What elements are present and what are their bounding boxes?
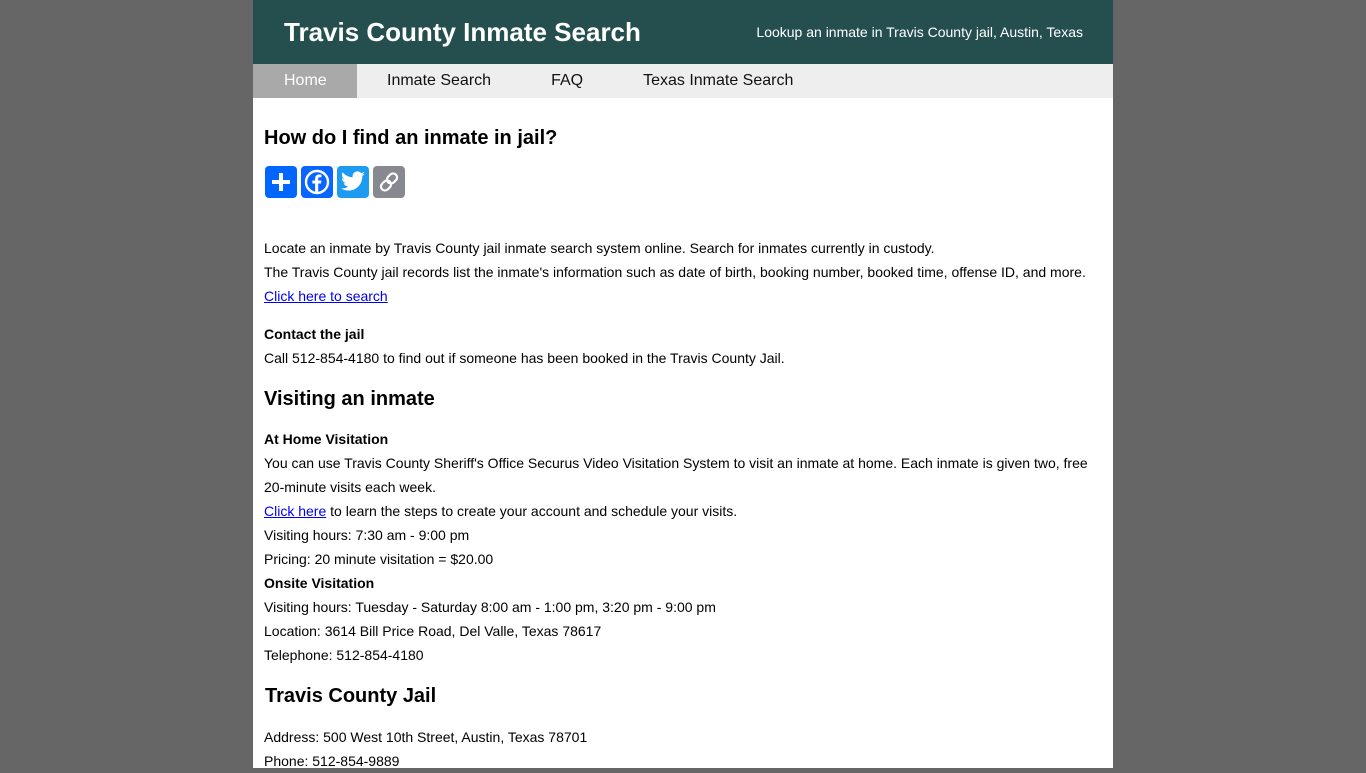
nav-item-inmate-search[interactable]: Inmate Search [357, 64, 521, 98]
click-here-suffix: to learn the steps to create your accoun… [326, 503, 738, 519]
home-pricing: Pricing: 20 minute visitation = $20.00 [264, 551, 494, 567]
intro-text-1: Locate an inmate by Travis County jail i… [264, 240, 935, 256]
site-tagline: Lookup an inmate in Travis County jail, … [756, 24, 1083, 40]
home-visitation-heading: At Home Visitation [264, 431, 389, 447]
home-visiting-hours: Visiting hours: 7:30 am - 9:00 pm [264, 527, 470, 543]
link-icon [379, 172, 399, 192]
jail-heading: Travis County Jail [265, 685, 437, 707]
contact-section: Contact the jail Call 512-854-4180 to fi… [264, 322, 1102, 370]
jail-info: Address: 500 West 10th Street, Austin, T… [264, 725, 1102, 773]
onsite-location: Location: 3614 Bill Price Road, Del Vall… [264, 623, 602, 639]
onsite-hours: Visiting hours: Tuesday - Saturday 8:00 … [264, 599, 716, 615]
nav-item-faq[interactable]: FAQ [521, 64, 613, 98]
contact-heading: Contact the jail [264, 326, 365, 342]
home-visitation-link-line: Click here to learn the steps to create … [264, 499, 1102, 523]
share-copy-link-button[interactable] [373, 166, 405, 198]
onsite-phone: Telephone: 512-854-4180 [264, 647, 424, 663]
share-buttons [265, 166, 405, 198]
intro-text-2: The Travis County jail records list the … [264, 264, 1086, 280]
facebook-icon [304, 169, 330, 195]
site-title[interactable]: Travis County Inmate Search [284, 16, 641, 48]
share-twitter-button[interactable] [337, 166, 369, 198]
home-visitation-section: At Home Visitation You can use Travis Co… [264, 427, 1102, 667]
plus-icon [272, 173, 290, 191]
search-link[interactable]: Click here to search [264, 288, 388, 304]
site-header: Travis County Inmate Search Lookup an in… [253, 0, 1113, 64]
twitter-icon [340, 171, 365, 191]
main-nav: Home Inmate Search FAQ Texas Inmate Sear… [253, 64, 1113, 98]
page-container: Travis County Inmate Search Lookup an in… [253, 0, 1113, 769]
contact-text: Call 512-854-4180 to find out if someone… [264, 350, 785, 366]
jail-phone: Phone: 512-854-9889 [264, 753, 400, 769]
click-here-link[interactable]: Click here [264, 503, 326, 519]
home-visitation-text: You can use Travis County Sheriff's Offi… [264, 455, 1088, 495]
share-facebook-button[interactable] [301, 166, 333, 198]
nav-item-home[interactable]: Home [253, 64, 357, 98]
visiting-section: Visiting an inmate [264, 387, 1102, 411]
share-add-button[interactable] [265, 166, 297, 198]
visiting-heading: Visiting an inmate [264, 388, 435, 410]
page-heading: How do I find an inmate in jail? [264, 127, 558, 149]
onsite-heading: Onsite Visitation [264, 575, 375, 591]
jail-address: Address: 500 West 10th Street, Austin, T… [264, 729, 588, 745]
nav-item-texas-inmate-search[interactable]: Texas Inmate Search [613, 64, 823, 98]
intro-section: Locate an inmate by Travis County jail i… [264, 236, 1102, 308]
jail-section: Travis County Jail [265, 684, 1102, 708]
